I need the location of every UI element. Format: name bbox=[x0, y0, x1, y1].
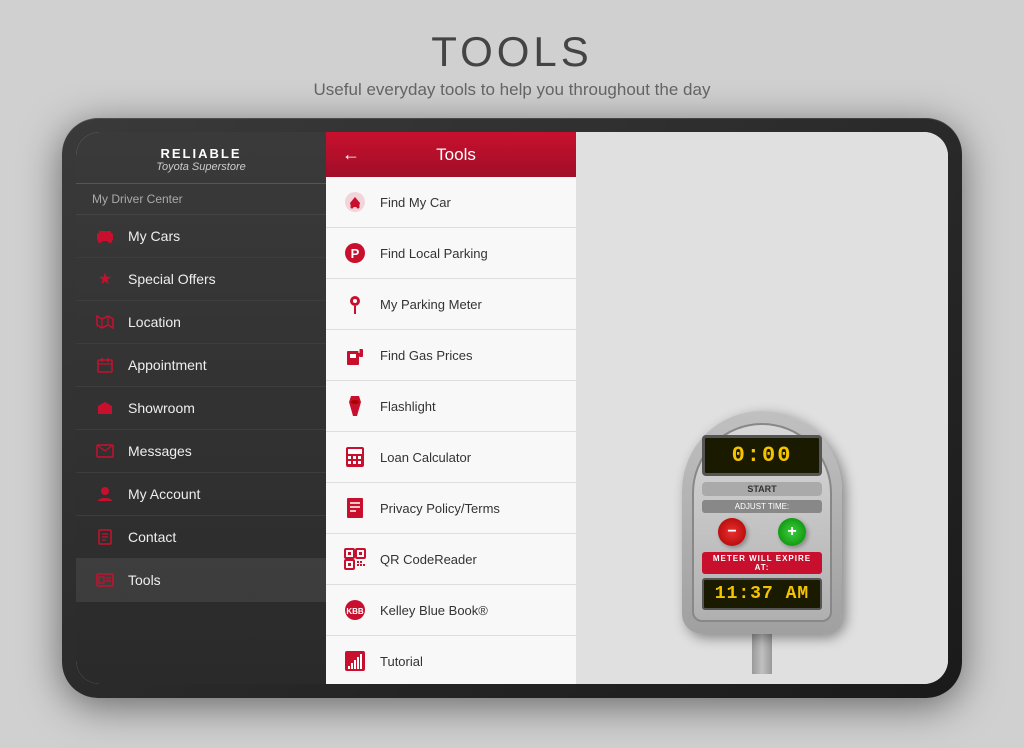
sidebar-item-messages[interactable]: Messages bbox=[76, 430, 326, 473]
sidebar-item-my-account[interactable]: My Account bbox=[76, 473, 326, 516]
tool-item-flashlight-label: Flashlight bbox=[380, 399, 436, 414]
panel-header: ← Tools bbox=[326, 132, 576, 177]
find-local-parking-icon: P bbox=[340, 239, 370, 267]
meter-start-button[interactable]: START bbox=[702, 482, 822, 496]
sidebar-item-showroom-label: Showroom bbox=[128, 400, 195, 416]
tool-item-qr-codereader-label: QR CodeReader bbox=[380, 552, 477, 567]
tool-item-find-local-parking-label: Find Local Parking bbox=[380, 246, 488, 261]
qr-codereader-icon bbox=[340, 545, 370, 573]
meter-body: 0:00 START ADJUST TIME: − + METER WILL E… bbox=[682, 411, 842, 634]
meter-pole bbox=[752, 634, 772, 674]
tool-item-qr-codereader[interactable]: QR CodeReader bbox=[326, 534, 576, 585]
svg-text:KBB: KBB bbox=[346, 607, 364, 616]
minus-button[interactable]: − bbox=[718, 518, 746, 546]
tools-icon bbox=[92, 570, 118, 590]
tool-item-loan-calculator-label: Loan Calculator bbox=[380, 450, 471, 465]
page-subtitle: Useful everyday tools to help you throug… bbox=[0, 80, 1024, 100]
sidebar-item-my-cars[interactable]: My Cars bbox=[76, 215, 326, 258]
panel-title: Tools bbox=[370, 145, 560, 165]
plus-button[interactable]: + bbox=[778, 518, 806, 546]
tool-item-loan-calculator[interactable]: Loan Calculator bbox=[326, 432, 576, 483]
tool-item-find-my-car-label: Find My Car bbox=[380, 195, 451, 210]
back-button[interactable]: ← bbox=[342, 144, 360, 165]
car-icon bbox=[92, 226, 118, 246]
find-gas-prices-icon bbox=[340, 341, 370, 369]
loan-calculator-icon bbox=[340, 443, 370, 471]
tool-item-find-my-car[interactable]: Find My Car bbox=[326, 177, 576, 228]
sidebar: RELIABLE Toyota Superstore My Driver Cen… bbox=[76, 132, 326, 684]
page-header: TOOLS Useful everyday tools to help you … bbox=[0, 0, 1024, 118]
sidebar-item-my-account-label: My Account bbox=[128, 486, 200, 502]
meter-time: 0:00 bbox=[713, 443, 811, 468]
sidebar-item-special-offers[interactable]: ★ Special Offers bbox=[76, 258, 326, 301]
tool-list: Find My Car P Find Local Parking My Park… bbox=[326, 177, 576, 684]
meter-head: 0:00 START ADJUST TIME: − + METER WILL E… bbox=[692, 423, 832, 622]
tablet-frame: RELIABLE Toyota Superstore My Driver Cen… bbox=[62, 118, 962, 698]
sidebar-driver-center-label: My Driver Center bbox=[76, 184, 326, 215]
sidebar-item-tools[interactable]: Tools bbox=[76, 559, 326, 602]
sidebar-item-contact[interactable]: Contact bbox=[76, 516, 326, 559]
sidebar-logo: RELIABLE Toyota Superstore bbox=[76, 132, 326, 184]
sidebar-nav: My Cars ★ Special Offers Location bbox=[76, 215, 326, 684]
adjust-time-label: ADJUST TIME: bbox=[702, 500, 822, 513]
logo-reliable: RELIABLE bbox=[92, 146, 310, 161]
meter-display: 0:00 bbox=[702, 435, 822, 476]
meter-container: 0:00 START ADJUST TIME: − + METER WILL E… bbox=[682, 132, 842, 684]
tool-item-tutorial-label: Tutorial bbox=[380, 654, 423, 669]
find-my-car-icon bbox=[340, 188, 370, 216]
expire-display: 11:37 AM bbox=[702, 578, 822, 610]
sidebar-item-messages-label: Messages bbox=[128, 443, 192, 459]
kelley-blue-book-icon: KBB bbox=[340, 596, 370, 624]
message-icon bbox=[92, 441, 118, 461]
tools-panel: ← Tools Find My Car P Find Local Parking bbox=[326, 132, 576, 684]
tablet-screen: RELIABLE Toyota Superstore My Driver Cen… bbox=[76, 132, 948, 684]
sidebar-item-appointment[interactable]: Appointment bbox=[76, 344, 326, 387]
svg-text:P: P bbox=[351, 246, 360, 261]
right-panel: 0:00 START ADJUST TIME: − + METER WILL E… bbox=[576, 132, 948, 684]
tool-item-privacy-policy[interactable]: Privacy Policy/Terms bbox=[326, 483, 576, 534]
tool-item-privacy-policy-label: Privacy Policy/Terms bbox=[380, 501, 500, 516]
sidebar-item-my-cars-label: My Cars bbox=[128, 228, 180, 244]
account-icon bbox=[92, 484, 118, 504]
flashlight-icon bbox=[340, 392, 370, 420]
meter-controls: − + bbox=[702, 518, 822, 546]
sidebar-item-location-label: Location bbox=[128, 314, 181, 330]
contact-icon bbox=[92, 527, 118, 547]
sidebar-item-contact-label: Contact bbox=[128, 529, 176, 545]
tool-item-kelley-blue-book-label: Kelley Blue Book® bbox=[380, 603, 488, 618]
tool-item-my-parking-meter-label: My Parking Meter bbox=[380, 297, 482, 312]
sidebar-item-location[interactable]: Location bbox=[76, 301, 326, 344]
tool-item-find-local-parking[interactable]: P Find Local Parking bbox=[326, 228, 576, 279]
sidebar-item-showroom[interactable]: Showroom bbox=[76, 387, 326, 430]
my-parking-meter-icon bbox=[340, 290, 370, 318]
tool-item-find-gas-prices[interactable]: Find Gas Prices bbox=[326, 330, 576, 381]
sidebar-item-appointment-label: Appointment bbox=[128, 357, 207, 373]
tool-item-my-parking-meter[interactable]: My Parking Meter bbox=[326, 279, 576, 330]
showroom-icon bbox=[92, 398, 118, 418]
privacy-policy-icon bbox=[340, 494, 370, 522]
tool-item-kelley-blue-book[interactable]: KBB Kelley Blue Book® bbox=[326, 585, 576, 636]
logo-toyota: Toyota Superstore bbox=[92, 161, 310, 173]
tool-item-find-gas-prices-label: Find Gas Prices bbox=[380, 348, 472, 363]
expire-time: 11:37 AM bbox=[710, 584, 814, 604]
sidebar-item-special-offers-label: Special Offers bbox=[128, 271, 216, 287]
sidebar-item-tools-label: Tools bbox=[128, 572, 161, 588]
star-icon: ★ bbox=[92, 269, 118, 289]
map-icon bbox=[92, 312, 118, 332]
tool-item-flashlight[interactable]: Flashlight bbox=[326, 381, 576, 432]
expire-label: METER WILL EXPIRE AT: bbox=[702, 552, 822, 574]
tutorial-icon bbox=[340, 647, 370, 675]
calendar-icon bbox=[92, 355, 118, 375]
page-title: TOOLS bbox=[0, 28, 1024, 76]
tool-item-tutorial[interactable]: Tutorial bbox=[326, 636, 576, 684]
